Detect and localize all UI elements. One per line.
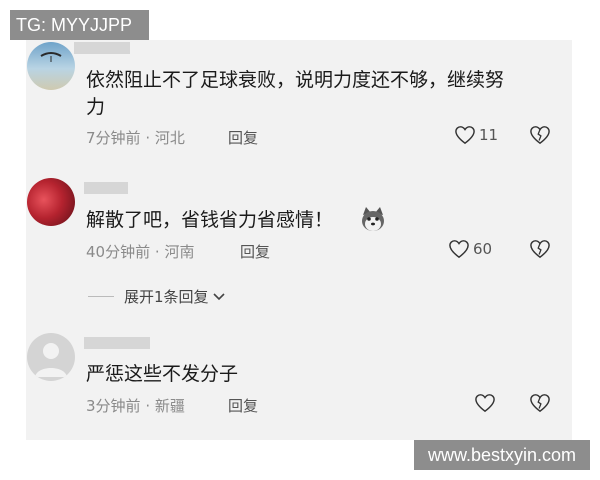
comment-text: 依然阻止不了足球衰败，说明力度还不够，继续努 力	[86, 69, 505, 118]
comment-meta: 3分钟前 · 新疆	[86, 397, 185, 415]
like-count: 60	[473, 240, 493, 258]
default-user-avatar-image	[35, 343, 67, 377]
heart-icon	[449, 240, 469, 259]
dislike-button[interactable]	[529, 393, 551, 417]
like-button[interactable]: 60	[448, 239, 492, 259]
reply-button[interactable]: 回复	[228, 127, 258, 148]
broken-heart-icon	[530, 240, 550, 259]
comment-text: 严惩这些不发分子	[86, 363, 239, 385]
expand-replies-button[interactable]: 展开1条回复	[88, 286, 226, 307]
like-button[interactable]: 11	[454, 125, 498, 145]
divider	[88, 296, 114, 297]
broken-heart-icon	[530, 126, 550, 145]
username-placeholder	[74, 42, 130, 54]
like-button[interactable]	[474, 393, 496, 413]
reply-button[interactable]: 回复	[240, 241, 270, 262]
avatar[interactable]	[27, 333, 75, 381]
paraglider-avatar-image	[40, 52, 62, 62]
broken-heart-icon	[530, 394, 550, 413]
watermark-bottom-right: www.bestxyin.com	[414, 440, 590, 470]
heart-icon	[475, 394, 495, 413]
heart-icon	[455, 126, 475, 145]
comment-text: 解散了吧，省钱省力省感情！	[86, 209, 334, 231]
like-count: 11	[479, 126, 499, 144]
husky-emoji-icon	[359, 205, 387, 233]
dislike-button[interactable]	[529, 125, 551, 149]
avatar[interactable]	[27, 42, 75, 90]
dislike-button[interactable]	[529, 239, 551, 263]
comment-meta: 40分钟前 · 河南	[86, 243, 195, 261]
username-placeholder	[84, 337, 150, 349]
username-placeholder	[84, 182, 128, 194]
watermark-top-left: TG: MYYJJPP	[10, 10, 149, 40]
avatar[interactable]	[27, 178, 75, 226]
comment-meta: 7分钟前 · 河北	[86, 129, 185, 147]
expand-replies-label: 展开1条回复	[124, 288, 209, 306]
reply-button[interactable]: 回复	[228, 395, 258, 416]
chevron-down-icon	[212, 292, 225, 300]
